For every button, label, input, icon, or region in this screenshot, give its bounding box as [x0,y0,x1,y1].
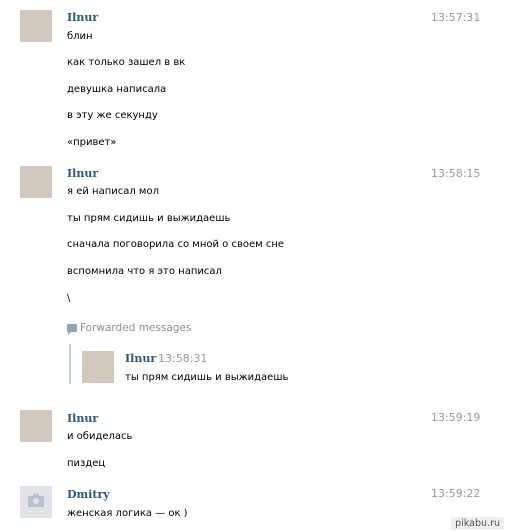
forwarded-label-text: Forwarded messages [80,322,192,334]
message-line: ты прям сидишь и выжидаешь [67,213,231,224]
message-line: блин [67,31,93,42]
message-line: вспомнила что я это написал [67,266,222,277]
message-line: женская логика — ок ) [67,508,188,519]
forwarded-text: ты прям сидишь и выжидаешь [125,372,289,383]
message-line: «привет» [67,137,117,148]
message-time[interactable]: 13:59:19 [431,411,480,424]
message-line: сначала поговорила со мной о своем сне [67,239,285,250]
message-line: я ей написал мол [67,186,159,197]
author-name[interactable]: Ilnur [67,11,98,24]
camera-icon [28,494,44,507]
forwarded-author-name[interactable]: Ilnur [125,352,156,365]
pikabu-watermark: pikabu.ru [451,517,504,530]
message-line: пиздец [67,458,106,469]
message-time[interactable]: 13:57:31 [431,11,480,24]
avatar[interactable] [20,166,52,198]
forwarded-messages-label: Forwarded messages [67,322,192,335]
message-line: в эту же секунду [67,110,158,121]
message-line: девушка написала [67,84,167,95]
forwarded-avatar[interactable] [82,351,114,383]
message-line: как только зашел в вк [67,57,186,68]
forwarded-time: 13:58:31 [158,352,208,365]
forwarded-quote-bar [69,344,71,384]
forward-icon [67,324,77,335]
author-name[interactable]: Ilnur [67,167,98,180]
avatar[interactable] [20,486,52,518]
message-line: \ [67,293,71,304]
message-line: и обиделась [67,431,133,442]
avatar[interactable] [20,10,52,42]
avatar[interactable] [20,410,52,442]
author-name[interactable]: Dmitry [67,488,110,501]
message-time[interactable]: 13:58:15 [431,167,480,180]
author-name[interactable]: Ilnur [67,412,98,425]
message-time[interactable]: 13:59:22 [431,487,480,500]
